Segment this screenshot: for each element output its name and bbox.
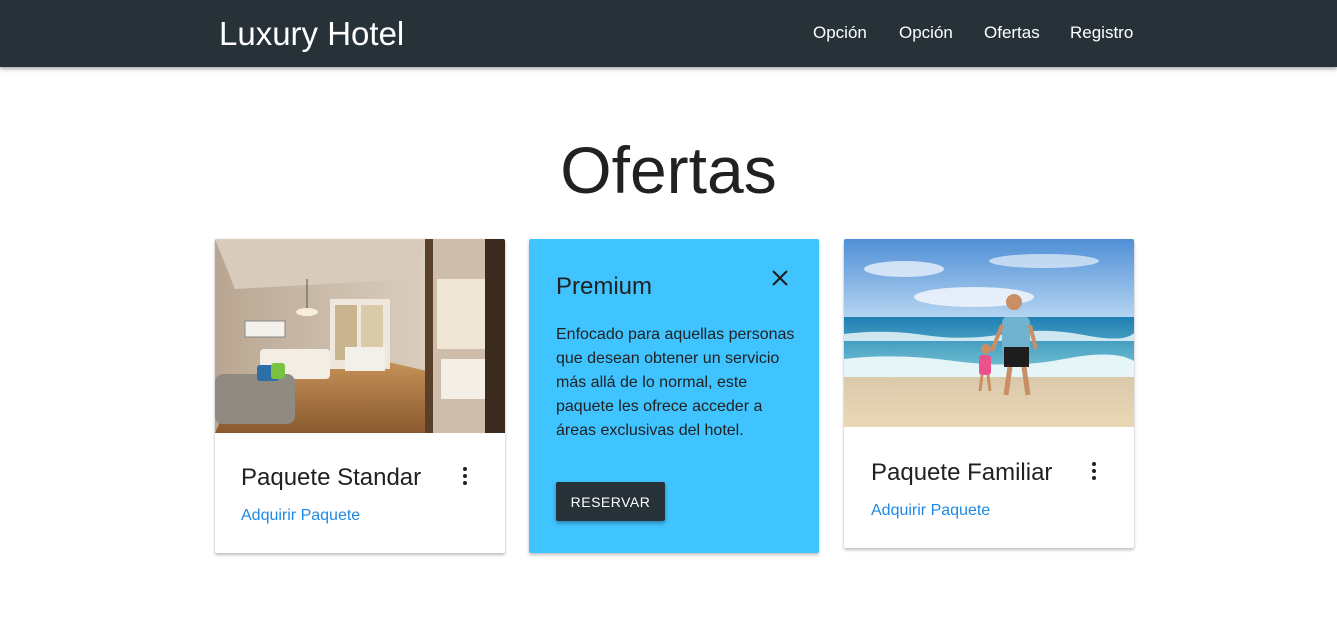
card-paquete-standar: Paquete Standar Adquirir Paquete [215,239,505,553]
navbar: Luxury Hotel Opción Opción Ofertas Regis… [0,0,1337,67]
beach-family-image[interactable] [844,239,1134,427]
reveal-title: Premium [556,273,653,300]
card-title: Paquete Familiar [871,459,1053,486]
hotel-room-photo [215,239,505,433]
adquirir-paquete-link[interactable]: Adquirir Paquete [241,506,360,526]
close-icon[interactable] [769,267,791,289]
card-title: Paquete Standar [241,464,422,491]
close-icon-glyph [772,270,788,286]
page-title: Ofertas [560,133,777,207]
more-vert-icon[interactable] [455,464,475,490]
hotel-room-image[interactable] [215,239,505,433]
nav-links: Opción Opción Ofertas Registro [0,22,1337,46]
card-paquete-familiar: Paquete Familiar Adquirir Paquete [844,239,1134,548]
reservar-button[interactable]: RESERVAR [556,482,665,521]
nav-link-ofertas[interactable]: Ofertas [984,22,1040,44]
beach-family-photo [844,239,1134,427]
more-vert-icon[interactable] [1084,459,1104,485]
adquirir-paquete-link[interactable]: Adquirir Paquete [871,501,990,521]
nav-link-registro[interactable]: Registro [1070,22,1133,44]
nav-link-opcion-2[interactable]: Opción [899,22,953,44]
nav-link-opcion-1[interactable]: Opción [813,22,867,44]
card-premium-reveal: Premium Enfocado para aquellas personas … [529,239,819,553]
reveal-description: Enfocado para aquellas personas que dese… [556,326,795,439]
